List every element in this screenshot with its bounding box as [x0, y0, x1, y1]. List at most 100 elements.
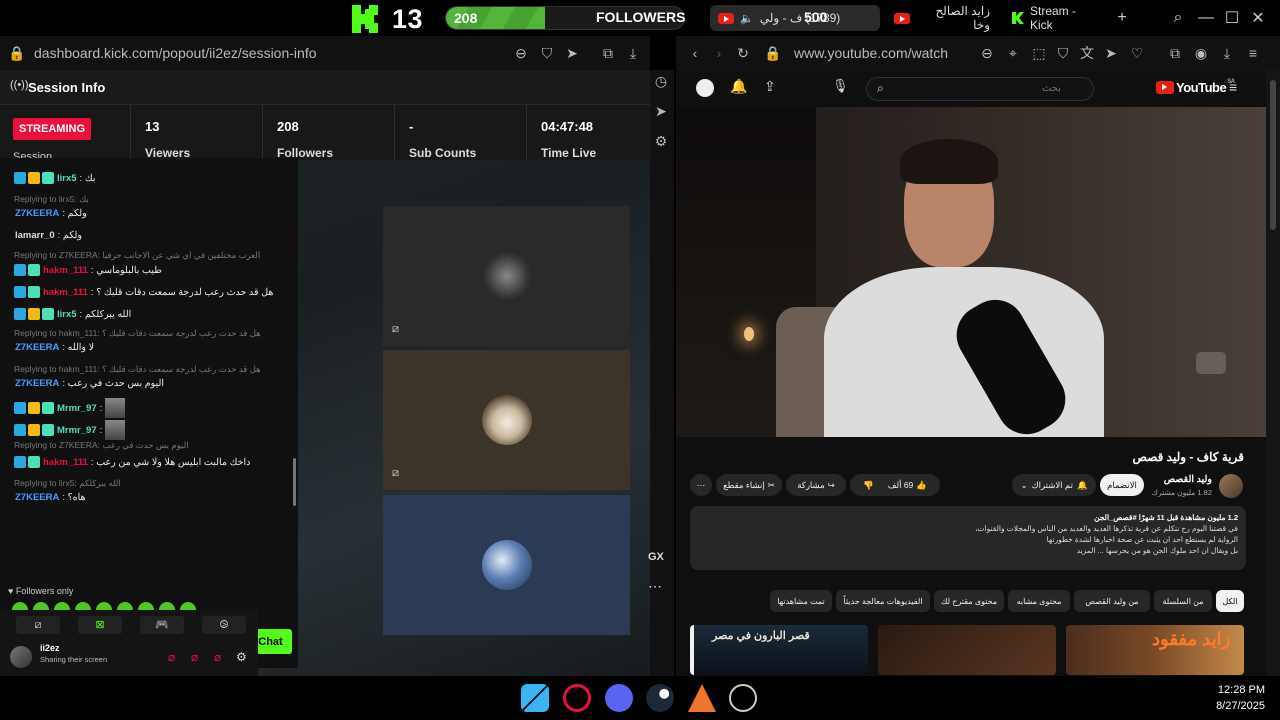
chip-from-series[interactable]: من السلسلة: [1154, 590, 1212, 612]
chat-messages[interactable]: lirx5: بك Replying to lirx5: بك Z7KEERA: و…: [0, 158, 298, 514]
chip-recently-uploaded[interactable]: الفيديوهات معالجة حديثاً: [836, 590, 930, 612]
pin-icon[interactable]: ⌖: [1004, 44, 1022, 62]
more-actions-button[interactable]: ⋯: [690, 474, 712, 496]
guest-video-tile-3[interactable]: [383, 495, 630, 635]
clip-button[interactable]: ✂ إنشاء مقطع: [716, 474, 782, 496]
tab-kick[interactable]: Stream - Kick: [1004, 4, 1104, 32]
search-tabs-icon[interactable]: ⌕: [1166, 6, 1190, 30]
chat-message[interactable]: lirx5: بك: [14, 172, 95, 184]
send-icon[interactable]: ➤: [563, 44, 581, 62]
search-input[interactable]: [901, 83, 1061, 94]
share-button[interactable]: ↪ مشاركة: [786, 474, 846, 496]
mute-icon[interactable]: ⧁: [202, 616, 246, 634]
chat-username[interactable]: lirx5: [57, 173, 77, 184]
settings-icon[interactable]: ⚙: [652, 132, 670, 150]
avatar[interactable]: [696, 79, 714, 97]
reload-icon[interactable]: ↻: [734, 44, 752, 62]
related-video-thumbnail[interactable]: [878, 625, 1056, 675]
menu-icon[interactable]: ≡: [1244, 44, 1262, 62]
right-url[interactable]: www.youtube.com/watch: [794, 45, 948, 61]
obs-icon[interactable]: [729, 684, 757, 712]
chat-username[interactable]: Mrmr_97: [57, 403, 97, 414]
download-icon[interactable]: ⤓: [624, 44, 642, 62]
audio-off-icon[interactable]: ⌀: [214, 650, 221, 664]
left-url[interactable]: dashboard.kick.com/popout/ii2ez/session-…: [34, 45, 317, 61]
chip-watched[interactable]: تمت مشاهدتها: [770, 590, 832, 612]
minimize-button[interactable]: —: [1194, 6, 1218, 30]
more-options-icon[interactable]: ⋯: [648, 578, 662, 595]
description-box[interactable]: 1.2 مليون مشاهدة قبل 11 شهرًا #قصص_الجن …: [690, 506, 1246, 570]
chat-username[interactable]: Z7KEERA: [15, 208, 59, 219]
chat-message[interactable]: Z7KEERA: لا والله: [14, 342, 94, 353]
chat-username[interactable]: Mrmr_97: [57, 425, 97, 436]
shield-icon[interactable]: ⛉: [1054, 44, 1072, 62]
scrollbar-thumb[interactable]: [1270, 80, 1276, 230]
chat-message[interactable]: Z7KEERA: اليوم بس حدث في رعب: [14, 378, 164, 389]
chat-message[interactable]: lamarr_0: ولكم: [14, 230, 82, 241]
video-off-icon[interactable]: ⌀: [168, 650, 175, 664]
chat-scrollbar[interactable]: [293, 458, 296, 506]
chip-similar[interactable]: محتوى مشابه: [1008, 590, 1070, 612]
chat-reply-context[interactable]: Replying to lirx5: الله يبركلكم: [14, 478, 121, 489]
upload-icon[interactable]: ⇪: [764, 78, 776, 95]
chat-username[interactable]: Z7KEERA: [15, 492, 59, 503]
speaker-icon[interactable]: 🔈: [740, 12, 754, 25]
avatar[interactable]: [10, 646, 32, 668]
lock-icon[interactable]: 🔒: [8, 44, 26, 62]
tab-youtube[interactable]: زايد الصالح وخا: [886, 4, 998, 32]
youtube-logo[interactable]: YouTube SA: [1156, 79, 1235, 95]
like-dislike-button[interactable]: 👍 69 ألف 👎: [850, 474, 940, 496]
send-icon[interactable]: ➤: [652, 102, 670, 120]
tab-youtube-active[interactable]: 🔈 (1789) ف - ولي: [710, 5, 880, 31]
chat-message[interactable]: hakm_111: داخك مالبت ابليس هلا ولا شي من…: [14, 456, 250, 468]
launcher-icon[interactable]: [688, 684, 716, 712]
mic-off-icon[interactable]: ⌀: [191, 650, 198, 664]
extensions-icon[interactable]: ⧉: [1166, 44, 1184, 62]
voice-search-icon[interactable]: 🎙: [832, 78, 849, 94]
chat-reply-context[interactable]: Replying to hakm_111: هل قد حدث رعب لدرج…: [14, 364, 261, 375]
chat-reply-context[interactable]: Replying to hakm_111: هل قد حدث رعب لدرج…: [14, 328, 261, 339]
guest-video-tile-2[interactable]: ⧄: [383, 350, 630, 490]
chip-recommended[interactable]: محتوى مقترح لك: [934, 590, 1004, 612]
screen-share-off-icon[interactable]: ⧄: [392, 467, 399, 480]
notifications-icon[interactable]: 🔔: [730, 78, 747, 95]
shield-icon[interactable]: ⛉: [538, 44, 556, 62]
new-tab-button[interactable]: +: [1110, 6, 1134, 30]
screenshot-icon[interactable]: ⬚: [1030, 44, 1048, 62]
search-box[interactable]: ⌕: [866, 77, 1094, 101]
back-icon[interactable]: ‹: [686, 44, 704, 62]
chat-reply-context[interactable]: Replying to Z7KEERA: العرب مختلفين في اي…: [14, 250, 260, 261]
chat-username[interactable]: hakm_111: [43, 287, 88, 298]
channel-avatar[interactable]: [1219, 474, 1243, 498]
forward-icon[interactable]: ›: [710, 44, 728, 62]
chat-username[interactable]: hakm_111: [43, 457, 88, 468]
chat-username[interactable]: Z7KEERA: [15, 342, 59, 353]
camera-off-icon[interactable]: ⧄: [16, 616, 60, 634]
subscribed-button[interactable]: 🔔 تم الاشتراك ⌄: [1012, 474, 1096, 496]
chat-message[interactable]: Z7KEERA: هاه؟: [14, 492, 86, 503]
chat-message[interactable]: hakm_111: طيب بالبلوماسي: [14, 264, 162, 276]
chat-username[interactable]: lirx5: [57, 309, 77, 320]
related-video-thumbnail[interactable]: قصر البارون في مصر: [690, 625, 868, 675]
send-icon[interactable]: ➤: [1102, 44, 1120, 62]
discord-icon[interactable]: [605, 684, 633, 712]
screen-share-off-icon[interactable]: ⧄: [392, 323, 399, 336]
chat-reply-context[interactable]: Replying to lirx5: بك: [14, 194, 89, 205]
page-scrollbar[interactable]: [1266, 70, 1280, 676]
history-icon[interactable]: ◷: [652, 72, 670, 90]
maximize-button[interactable]: ☐: [1220, 6, 1244, 30]
guide-menu-icon[interactable]: ≡: [1229, 79, 1237, 95]
chat-message[interactable]: lirx5: الله يبركلكم: [14, 308, 131, 320]
chat-username[interactable]: hakm_111: [43, 265, 88, 276]
profile-icon[interactable]: ◉: [1192, 44, 1210, 62]
search-icon[interactable]: ⌕: [877, 81, 884, 96]
chat-username[interactable]: lamarr_0: [15, 230, 55, 241]
lock-icon[interactable]: 🔒: [764, 44, 782, 62]
chat-message[interactable]: Mrmr_97:: [14, 398, 126, 418]
chip-from-channel[interactable]: من وليد القصص: [1074, 590, 1150, 612]
opera-gx-icon[interactable]: [563, 684, 591, 712]
zoom-out-icon[interactable]: ⊖: [512, 44, 530, 62]
chat-reply-context[interactable]: Replying to Z7KEERA: اليوم بس حدث في رعب: [14, 440, 189, 451]
video-player[interactable]: [676, 107, 1266, 437]
download-icon[interactable]: ⤓: [1218, 44, 1236, 62]
